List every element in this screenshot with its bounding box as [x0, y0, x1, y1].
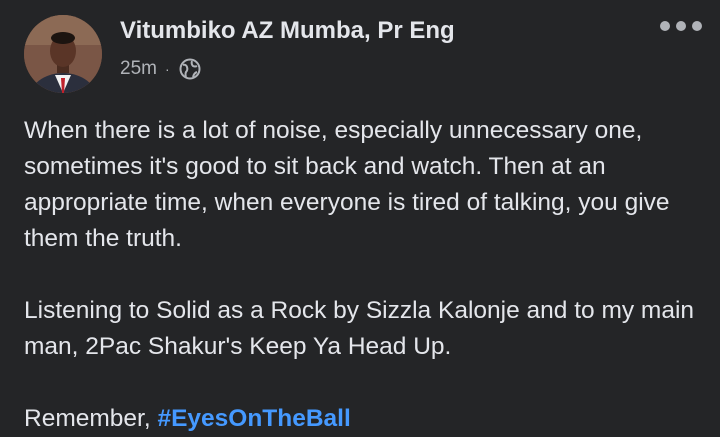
more-dot	[676, 21, 686, 31]
more-dot	[692, 21, 702, 31]
post-paragraph: When there is a lot of noise, especially…	[24, 117, 670, 252]
hashtag-link[interactable]: #EyesOnTheBall	[157, 405, 350, 432]
post-closing-line: Remember, #EyesOnTheBall	[24, 401, 714, 437]
avatar[interactable]	[24, 15, 102, 93]
closing-text: Remember,	[24, 405, 158, 432]
meta-separator: ·	[164, 61, 170, 77]
post-timestamp[interactable]: 25m	[120, 58, 157, 80]
author-name[interactable]: Vitumbiko AZ Mumba, Pr Eng	[120, 17, 455, 45]
globe-icon[interactable]	[179, 58, 201, 80]
post-meta: 25m ·	[120, 58, 201, 80]
profile-photo	[24, 15, 102, 93]
post-text: When there is a lot of noise, especially…	[24, 113, 714, 437]
post-paragraph: Listening to Solid as a Rock by Sizzla K…	[24, 297, 695, 360]
more-dot	[660, 21, 670, 31]
post-card: Vitumbiko AZ Mumba, Pr Eng 25m · When th…	[0, 0, 720, 436]
more-options-icon[interactable]	[660, 16, 702, 36]
